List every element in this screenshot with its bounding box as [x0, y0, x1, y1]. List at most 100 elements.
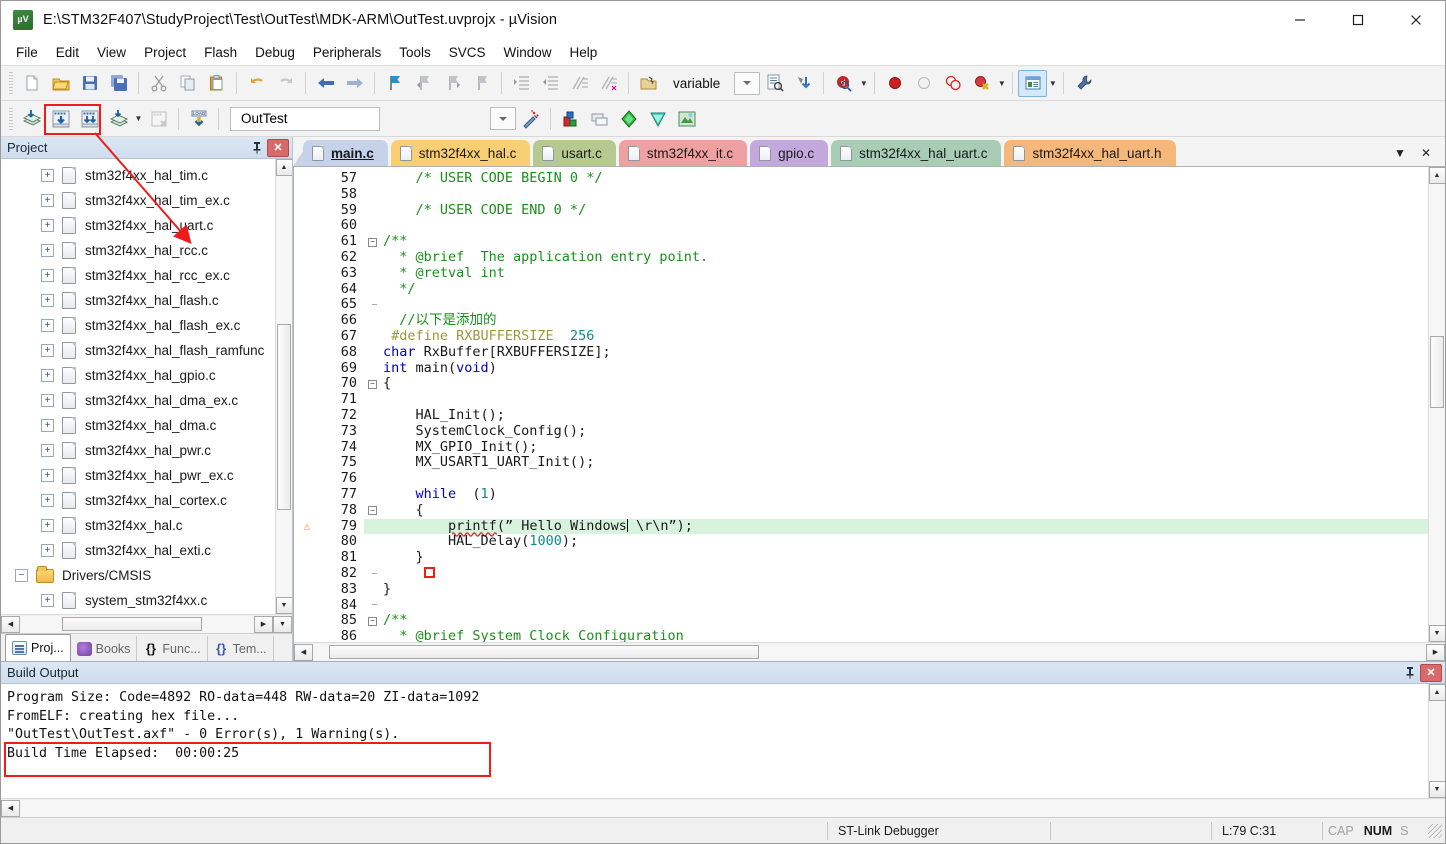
tree-item[interactable]: + stm32f4xx_hal_gpio.c	[1, 363, 275, 388]
panel-tab-func[interactable]: {} Func...	[137, 636, 208, 661]
close-icon[interactable]: ✕	[1420, 663, 1442, 682]
resize-grip[interactable]	[1428, 823, 1442, 838]
target-selector[interactable]: OutTest	[230, 106, 380, 131]
editor-tab-gpio-c[interactable]: gpio.c	[750, 140, 829, 166]
h-scroll-track[interactable]	[20, 799, 1445, 817]
code-line[interactable]: 84	[294, 597, 1428, 614]
expand-icon[interactable]: +	[41, 594, 54, 607]
breakpoint-kill-icon[interactable]	[967, 70, 996, 97]
code-fold-marker[interactable]: −	[364, 506, 381, 516]
expand-icon[interactable]: +	[41, 294, 54, 307]
tree-item[interactable]: + stm32f4xx_hal_exti.c	[1, 538, 275, 563]
menu-item-help[interactable]: Help	[561, 42, 607, 63]
code-line[interactable]: 70−{	[294, 375, 1428, 393]
target-chevron-down-icon[interactable]	[490, 107, 516, 130]
scroll-right-arrow-icon[interactable]: ▶	[254, 615, 273, 633]
breakpoint-disable-icon[interactable]	[909, 70, 938, 97]
pin-icon[interactable]	[247, 138, 267, 158]
window-layout-chevron-down-icon[interactable]: ▼	[1047, 70, 1058, 97]
code-line[interactable]: 82	[294, 565, 1428, 582]
panel-tab-books[interactable]: Books	[71, 636, 138, 661]
editor-tab-main-c[interactable]: main.c	[303, 140, 388, 166]
bookmark-clear-icon[interactable]	[467, 70, 496, 97]
save-icon[interactable]	[75, 70, 104, 97]
minimize-button[interactable]	[1271, 1, 1329, 39]
copy-icon[interactable]	[173, 70, 202, 97]
tree-item[interactable]: + stm32f4xx_hal.c	[1, 513, 275, 538]
debug-query-chevron-down-icon[interactable]: ▼	[858, 70, 869, 97]
build-icon[interactable]	[46, 105, 75, 132]
scroll-left-arrow-icon[interactable]: ◀	[1, 799, 20, 817]
code-line[interactable]: 80 HAL_Delay(1000);	[294, 533, 1428, 551]
editor-tab-usart-c[interactable]: usart.c	[533, 140, 616, 166]
fold-collapse-icon[interactable]: −	[368, 616, 377, 626]
menu-item-tools[interactable]: Tools	[390, 42, 440, 63]
build-output-horizontal-scrollbar[interactable]: ◀	[1, 798, 1445, 817]
code-line[interactable]: 58	[294, 186, 1428, 203]
bookmark-next-icon[interactable]	[438, 70, 467, 97]
code-line[interactable]: ⚠ 79 printf(” Hello Windows \r\n”);	[294, 518, 1428, 535]
code-line[interactable]: 69 int main(void)	[294, 360, 1428, 377]
menu-item-view[interactable]: View	[88, 42, 135, 63]
multi-project-icon[interactable]	[585, 105, 614, 132]
code-line[interactable]: 61−/**	[294, 233, 1428, 250]
code-line[interactable]: 64 */	[294, 281, 1428, 298]
tree-item[interactable]: + stm32f4xx_hal_flash_ramfunc	[1, 338, 275, 363]
navigate-back-icon[interactable]	[311, 70, 340, 97]
scroll-track[interactable]	[275, 176, 292, 597]
expand-icon[interactable]: +	[41, 194, 54, 207]
configuration-wizard-icon[interactable]	[1069, 70, 1098, 97]
tree-item[interactable]: + system_stm32f4xx.c	[1, 588, 275, 613]
menu-item-project[interactable]: Project	[135, 42, 195, 63]
tree-item[interactable]: + stm32f4xx_hal_tim.c	[1, 163, 275, 188]
tab-close-icon[interactable]: ✕	[1413, 141, 1439, 165]
fold-collapse-icon[interactable]: −	[368, 379, 377, 389]
uncomment-icon[interactable]	[594, 70, 623, 97]
build-output-vertical-scrollbar[interactable]: ▲ ▼	[1428, 684, 1445, 798]
scroll-track[interactable]	[1428, 184, 1445, 625]
paste-icon[interactable]	[202, 70, 231, 97]
tree-item[interactable]: + stm32f4xx_hal_dma_ex.c	[1, 388, 275, 413]
cut-icon[interactable]	[144, 70, 173, 97]
scroll-down-arrow-icon[interactable]: ▼	[1428, 625, 1445, 642]
variable-field[interactable]: variable	[673, 76, 720, 91]
h-scroll-track[interactable]	[20, 615, 254, 633]
menu-item-file[interactable]: File	[7, 42, 47, 63]
scroll-up-arrow-icon[interactable]: ▲	[1428, 167, 1445, 184]
project-tree-horizontal-scrollbar[interactable]: ◀ ▶ ▼	[1, 614, 292, 633]
code-line[interactable]: 74 MX_GPIO_Init();	[294, 439, 1428, 456]
scroll-down-arrow-icon[interactable]: ▼	[1428, 781, 1445, 798]
scroll-left-arrow-icon[interactable]: ◀	[294, 643, 313, 661]
fold-collapse-icon[interactable]: −	[368, 237, 377, 247]
tree-item[interactable]: + stm32f4xx_hal_pwr_ex.c	[1, 463, 275, 488]
code-fold-marker[interactable]: −	[364, 379, 381, 389]
svcs-icon[interactable]	[672, 105, 701, 132]
code-fold-marker[interactable]: −	[364, 616, 381, 626]
expand-icon[interactable]: +	[41, 469, 54, 482]
code-line[interactable]: 86 * @brief System Clock Configuration	[294, 628, 1428, 642]
open-file-icon[interactable]	[46, 70, 75, 97]
project-tree-vertical-scrollbar[interactable]: ▲ ▼	[275, 159, 292, 614]
expand-icon[interactable]: +	[41, 494, 54, 507]
editor-vertical-scrollbar[interactable]: ▲ ▼	[1428, 167, 1445, 642]
scroll-thumb[interactable]	[1429, 336, 1444, 408]
indent-icon[interactable]	[507, 70, 536, 97]
expand-icon[interactable]: +	[41, 369, 54, 382]
tree-item[interactable]: + stm32f4xx_hal_rcc_ex.c	[1, 263, 275, 288]
expand-icon[interactable]: +	[41, 219, 54, 232]
scroll-down-arrow-icon[interactable]: ▼	[273, 615, 292, 633]
pack-installer-icon[interactable]	[614, 105, 643, 132]
scroll-left-arrow-icon[interactable]: ◀	[1, 615, 20, 633]
code-line[interactable]: 65	[294, 297, 1428, 314]
download-load-icon[interactable]: LOAD	[184, 105, 213, 132]
code-line[interactable]: 73 SystemClock_Config();	[294, 423, 1428, 440]
close-icon[interactable]: ✕	[267, 138, 289, 157]
debug-query-icon[interactable]: d	[829, 70, 858, 97]
code-line[interactable]: 67 #define RXBUFFERSIZE 256	[294, 328, 1428, 345]
scroll-up-arrow-icon[interactable]: ▲	[1428, 684, 1445, 701]
code-line[interactable]: 75 MX_USART1_UART_Init();	[294, 454, 1428, 472]
code-line[interactable]: 66 //以下是添加的	[294, 312, 1428, 329]
tree-item[interactable]: + stm32f4xx_hal_cortex.c	[1, 488, 275, 513]
toolbar-grip[interactable]	[9, 72, 13, 94]
code-line[interactable]: 59 /* USER CODE END 0 */	[294, 202, 1428, 219]
